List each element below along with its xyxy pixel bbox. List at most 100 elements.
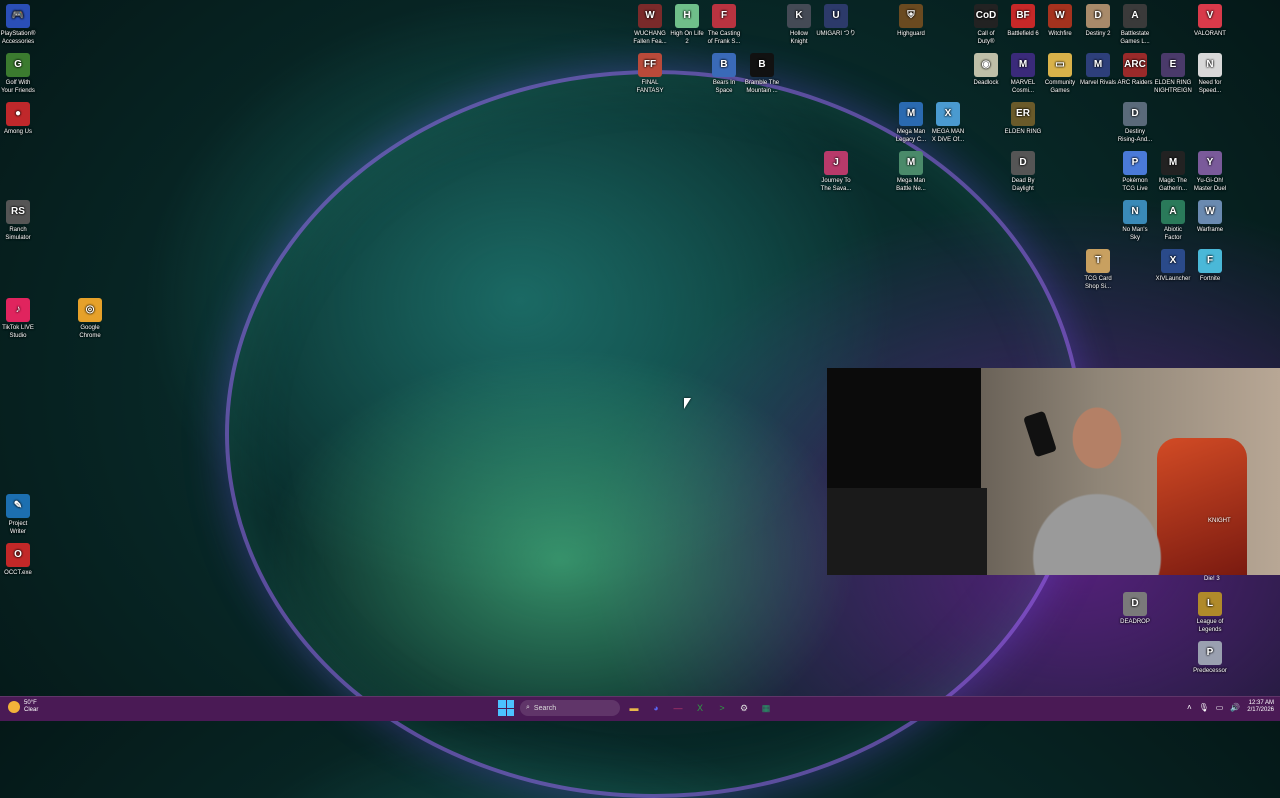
desktop-icon-label: Battlefield 6 <box>1007 31 1039 37</box>
desktop-icon[interactable]: O OCCT.exe <box>0 543 39 577</box>
desktop-icon[interactable]: F The Casting of Frank S... <box>703 4 745 46</box>
volume-icon[interactable]: 🔊 <box>1230 703 1240 712</box>
xivlauncher-icon: X <box>1161 249 1185 273</box>
desktop-icon-label: TikTok LIVE Studio <box>2 325 34 339</box>
desktop-icon[interactable]: X XIVLauncher <box>1152 249 1194 283</box>
desktop-icon[interactable]: M Magic The Gatherin... <box>1152 151 1194 193</box>
desktop-icon[interactable]: T TCG Card Shop Si... <box>1077 249 1119 291</box>
partial-icon-label-die: Die! 3 <box>1204 576 1220 582</box>
desktop-icon[interactable]: ⛨ Highguard <box>890 4 932 38</box>
desktop-icon[interactable]: ◉ Deadlock <box>965 53 1007 87</box>
system-tray: ˄ 🎙 ▭ 🔊 12:37 AM 2/17/2026 <box>1187 700 1274 714</box>
desktop-icon[interactable]: B Bears In Space <box>703 53 745 95</box>
desktop-icon[interactable]: FF FINAL FANTASY <box>629 53 671 95</box>
terminal-icon[interactable]: > <box>714 700 730 716</box>
desktop-icon[interactable]: U UMIGARI つり <box>815 4 857 38</box>
desktop-icon-label: The Casting of Frank S... <box>707 31 741 45</box>
predecessor-icon: P <box>1198 641 1222 665</box>
desktop-icon-label: High On Life 2 <box>670 31 704 45</box>
desktop-icon[interactable]: D DEADROP <box>1114 592 1156 626</box>
desktop-icon[interactable]: ▭ Community Games <box>1039 53 1081 95</box>
desktop-icon[interactable]: CoD Call of Duty® <box>965 4 1007 46</box>
search-icon: ⌕ <box>526 704 530 711</box>
desktop-icon[interactable]: 🎮 PlayStation® Accessories <box>0 4 39 46</box>
desktop-icon[interactable]: A Abiotic Factor <box>1152 200 1194 242</box>
desktop-icon[interactable]: M Marvel Rivals <box>1077 53 1119 87</box>
desktop-icon[interactable]: D Destiny 2 <box>1077 4 1119 38</box>
desktop-icon[interactable]: N Need for Speed... <box>1189 53 1231 95</box>
desktop-icon[interactable]: V VALORANT <box>1189 4 1231 38</box>
desktop-icon[interactable]: H High On Life 2 <box>666 4 708 46</box>
desktop-icon-label: PlayStation® Accessories <box>0 31 36 45</box>
desktop-icon[interactable]: ER ELDEN RING <box>1002 102 1044 136</box>
desktop-icon-label: Witchfire <box>1048 31 1072 37</box>
desktop-icon[interactable]: M Mega Man Legacy C... <box>890 102 932 144</box>
highguard-icon: ⛨ <box>899 4 923 28</box>
desktop-icon[interactable]: X MEGA MAN X DiVE Of... <box>927 102 969 144</box>
network-icon[interactable]: ▭ <box>1216 703 1224 712</box>
desktop-icon[interactable]: B Bramble The Mountain ... <box>741 53 783 95</box>
desktop-icon-label: MARVEL Cosmi... <box>1010 80 1036 94</box>
mouse-cursor-icon <box>684 398 691 409</box>
desktop-icon[interactable]: P Predecessor <box>1189 641 1231 675</box>
nightreign-icon: E <box>1161 53 1185 77</box>
desktop-icon[interactable]: ARC ARC Raiders <box>1114 53 1156 87</box>
desktop-icon[interactable]: ♪ TikTok LIVE Studio <box>0 298 39 340</box>
megaman-legacy-icon: M <box>899 102 923 126</box>
desktop-icon-label: ARC Raiders <box>1117 80 1153 86</box>
desktop-icon-label: No Man's Sky <box>1122 227 1148 241</box>
chevron-up-icon[interactable]: ˄ <box>1187 703 1192 712</box>
desktop-icon[interactable]: J Journey To The Sava... <box>815 151 857 193</box>
desktop-icon[interactable]: ◎ Google Chrome <box>69 298 111 340</box>
settings-gear-icon[interactable]: ⚙ <box>736 700 752 716</box>
desktop-icon[interactable]: P Pokémon TCG Live <box>1114 151 1156 193</box>
desktop-icon[interactable]: A Battlestate Games L... <box>1114 4 1156 46</box>
xbox-icon[interactable]: X <box>692 700 708 716</box>
start-button[interactable] <box>498 700 514 716</box>
desktop-icon[interactable]: G Golf With Your Friends <box>0 53 39 95</box>
desktop-icon[interactable]: ● Among Us <box>0 102 39 136</box>
desktop-icon[interactable]: L League of Legends <box>1189 592 1231 634</box>
mic-icon[interactable]: 🎙 <box>1199 703 1209 712</box>
desktop-icon[interactable]: W Witchfire <box>1039 4 1081 38</box>
playstation-icon: 🎮 <box>6 4 30 28</box>
desktop-icon-label: Google Chrome <box>79 325 101 339</box>
battlefield-icon: BF <box>1011 4 1035 28</box>
high-on-life-icon: H <box>675 4 699 28</box>
desktop-icon-label: TCG Card Shop Si... <box>1084 276 1112 290</box>
desktop-icon[interactable]: M Mega Man Battle Ne... <box>890 151 932 193</box>
desktop-icon-label: Battlestate Games L... <box>1120 31 1150 45</box>
file-explorer-icon[interactable]: ▬ <box>626 700 642 716</box>
desktop-icon[interactable]: ✎ Project Writer <box>0 494 39 536</box>
discord-icon[interactable]: ◕ <box>648 700 664 716</box>
desktop-icon[interactable]: N No Man's Sky <box>1114 200 1156 242</box>
desktop-icon[interactable]: M MARVEL Cosmi... <box>1002 53 1044 95</box>
clock[interactable]: 12:37 AM 2/17/2026 <box>1247 700 1274 714</box>
desktop-icon-label: ELDEN RING NIGHTREIGN <box>1154 80 1192 94</box>
marvel-cosmic-icon: M <box>1011 53 1035 77</box>
desktop-icon[interactable]: W WUCHANG Fallen Fea... <box>629 4 671 46</box>
desktop-icon[interactable]: W Warframe <box>1189 200 1231 234</box>
desktop-icon[interactable]: Y Yu-Gi-Oh! Master Duel <box>1189 151 1231 193</box>
desktop-icon-label: ELDEN RING <box>1004 129 1042 135</box>
marvel-rivals-icon: M <box>1086 53 1110 77</box>
weather-desc: Clear <box>24 707 39 713</box>
desktop-icon-label: UMIGARI つり <box>816 31 856 37</box>
desktop-icon-label: Predecessor <box>1193 668 1227 674</box>
weather-widget[interactable]: 50°F Clear <box>8 700 38 714</box>
desktop-icon[interactable]: RS Ranch Simulator <box>0 200 39 242</box>
desktop-icon[interactable]: K Hollow Knight <box>778 4 820 46</box>
partial-icon-label-knight: KNIGHT <box>1208 518 1231 524</box>
spreadsheet-icon[interactable]: ▦ <box>758 700 774 716</box>
tiktok-icon: ♪ <box>6 298 30 322</box>
yugioh-icon: Y <box>1198 151 1222 175</box>
desktop-icon[interactable]: D Dead By Daylight <box>1002 151 1044 193</box>
desktop-icon[interactable]: BF Battlefield 6 <box>1002 4 1044 38</box>
desktop-icon[interactable]: D Destiny Rising-And... <box>1114 102 1156 144</box>
taskbar-search[interactable]: ⌕ Search <box>520 700 620 716</box>
obs-icon[interactable]: — <box>670 700 686 716</box>
desktop-icon-label: VALORANT <box>1194 31 1226 37</box>
destiny-icon: D <box>1086 4 1110 28</box>
desktop-icon[interactable]: F Fortnite <box>1189 249 1231 283</box>
desktop-icon[interactable]: E ELDEN RING NIGHTREIGN <box>1152 53 1194 95</box>
